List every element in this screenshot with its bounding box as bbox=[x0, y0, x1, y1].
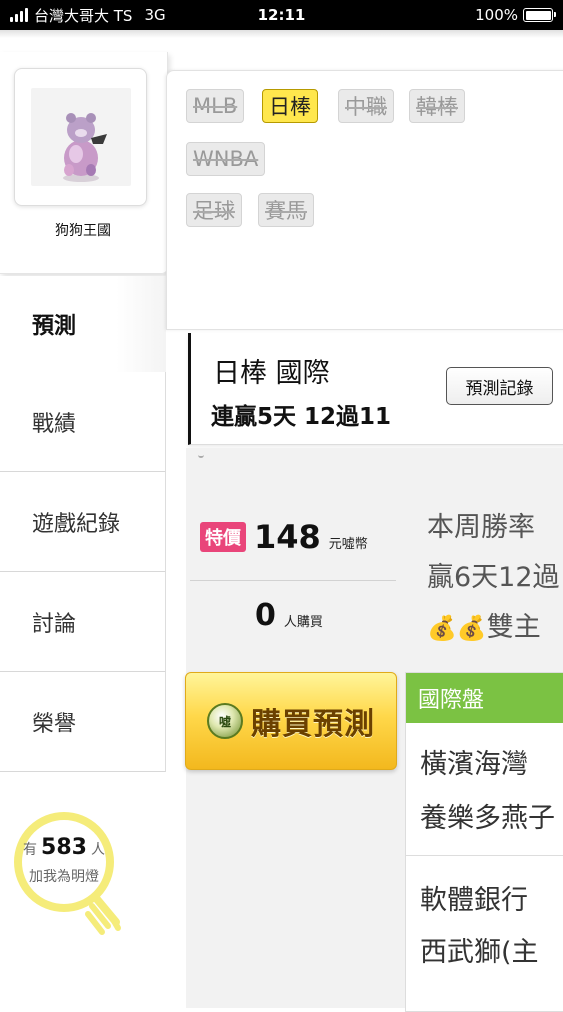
battery-icon bbox=[523, 8, 556, 22]
money-bag-icon: 💰 bbox=[456, 614, 487, 642]
money-bag-icon: 💰 bbox=[427, 614, 457, 642]
prediction-record-button[interactable]: 預測記錄 bbox=[446, 367, 553, 405]
intl-odds-panel: 國際盤 橫濱海灣 養樂多燕子 軟體銀行 西武獅(主 bbox=[405, 672, 563, 1012]
menu-item-record[interactable]: 戰績 bbox=[0, 372, 166, 472]
follow-counter[interactable]: 有 583 人 加我為明燈 bbox=[14, 835, 114, 886]
buy-prediction-button[interactable]: 噓 購買預測 bbox=[185, 672, 397, 770]
match-away[interactable]: 養樂多燕子 bbox=[420, 795, 555, 843]
menu-item-discussion[interactable]: 討論 bbox=[0, 572, 166, 672]
sport-tag-kbo[interactable]: 韓棒 bbox=[409, 89, 465, 123]
menu-item-label: 預測 bbox=[32, 314, 77, 339]
match-home[interactable]: 橫濱海灣 bbox=[420, 741, 528, 789]
sale-badge: 特價 bbox=[200, 522, 246, 552]
sport-tag-soccer[interactable]: 足球 bbox=[186, 193, 242, 227]
weekly-picks: 💰💰雙主 bbox=[427, 605, 541, 644]
menu-item-label: 討論 bbox=[32, 611, 77, 637]
match-home[interactable]: 軟體銀行 bbox=[420, 877, 528, 925]
sport-tag-npb[interactable]: 日棒 bbox=[262, 89, 318, 123]
menu-item-prediction[interactable]: 預測 bbox=[0, 276, 166, 372]
weekly-streak: 贏6天12過 bbox=[427, 562, 560, 593]
fans-suffix: 人 bbox=[90, 842, 105, 858]
nickname: 狗狗王國 bbox=[55, 223, 111, 239]
menu-item-game-history[interactable]: 遊戲紀錄 bbox=[0, 472, 166, 572]
intl-odds-header: 國際盤 bbox=[406, 673, 563, 723]
coin-icon: 噓 bbox=[207, 703, 243, 739]
buyers-row: 0 人購買 bbox=[255, 598, 323, 633]
status-bar: 台灣大哥大 TS 3G 12:11 100% bbox=[0, 0, 563, 30]
avatar[interactable] bbox=[14, 68, 147, 206]
prediction-header: 日棒 國際 連贏5天 12過11 預測記錄 bbox=[188, 333, 563, 445]
match-away[interactable]: 西武獅(主 bbox=[420, 929, 539, 977]
follow-cta: 加我為明燈 bbox=[29, 869, 99, 885]
top-divider bbox=[0, 30, 563, 38]
price-row: 特價 148 元噓幣 bbox=[200, 518, 368, 556]
menu-item-label: 遊戲紀錄 bbox=[32, 511, 121, 537]
menu-item-label: 戰績 bbox=[32, 411, 77, 437]
weekly-picks-label: 雙主 bbox=[486, 612, 541, 643]
price-divider bbox=[190, 580, 396, 581]
buyers-unit: 人購買 bbox=[283, 615, 323, 630]
fans-count: 583 bbox=[41, 835, 87, 860]
fans-prefix: 有 bbox=[23, 842, 38, 858]
win-streak: 連贏5天 12過11 bbox=[211, 404, 392, 430]
buy-prediction-label: 購買預測 bbox=[251, 707, 375, 742]
menu-item-honor[interactable]: 榮譽 bbox=[0, 672, 166, 772]
price-currency: 元噓幣 bbox=[328, 536, 368, 552]
sport-tag-cpbl[interactable]: 中職 bbox=[338, 89, 394, 123]
price-value: 148 bbox=[254, 518, 321, 556]
sport-tag-wnba[interactable]: WNBA bbox=[186, 142, 266, 176]
buyers-count: 0 bbox=[255, 598, 276, 633]
prediction-title: 日棒 國際 bbox=[213, 358, 330, 389]
menu-item-label: 榮譽 bbox=[32, 711, 77, 737]
figurine-image bbox=[62, 113, 107, 182]
sport-tag-horse-racing[interactable]: 賽馬 bbox=[258, 193, 314, 227]
weekly-win-rate: 本周勝率 bbox=[427, 512, 535, 543]
sport-tag-mlb[interactable]: MLB bbox=[186, 89, 245, 123]
match-divider bbox=[406, 855, 563, 856]
pull-indicator-icon bbox=[198, 452, 204, 458]
battery-percent: 100% bbox=[475, 6, 518, 24]
